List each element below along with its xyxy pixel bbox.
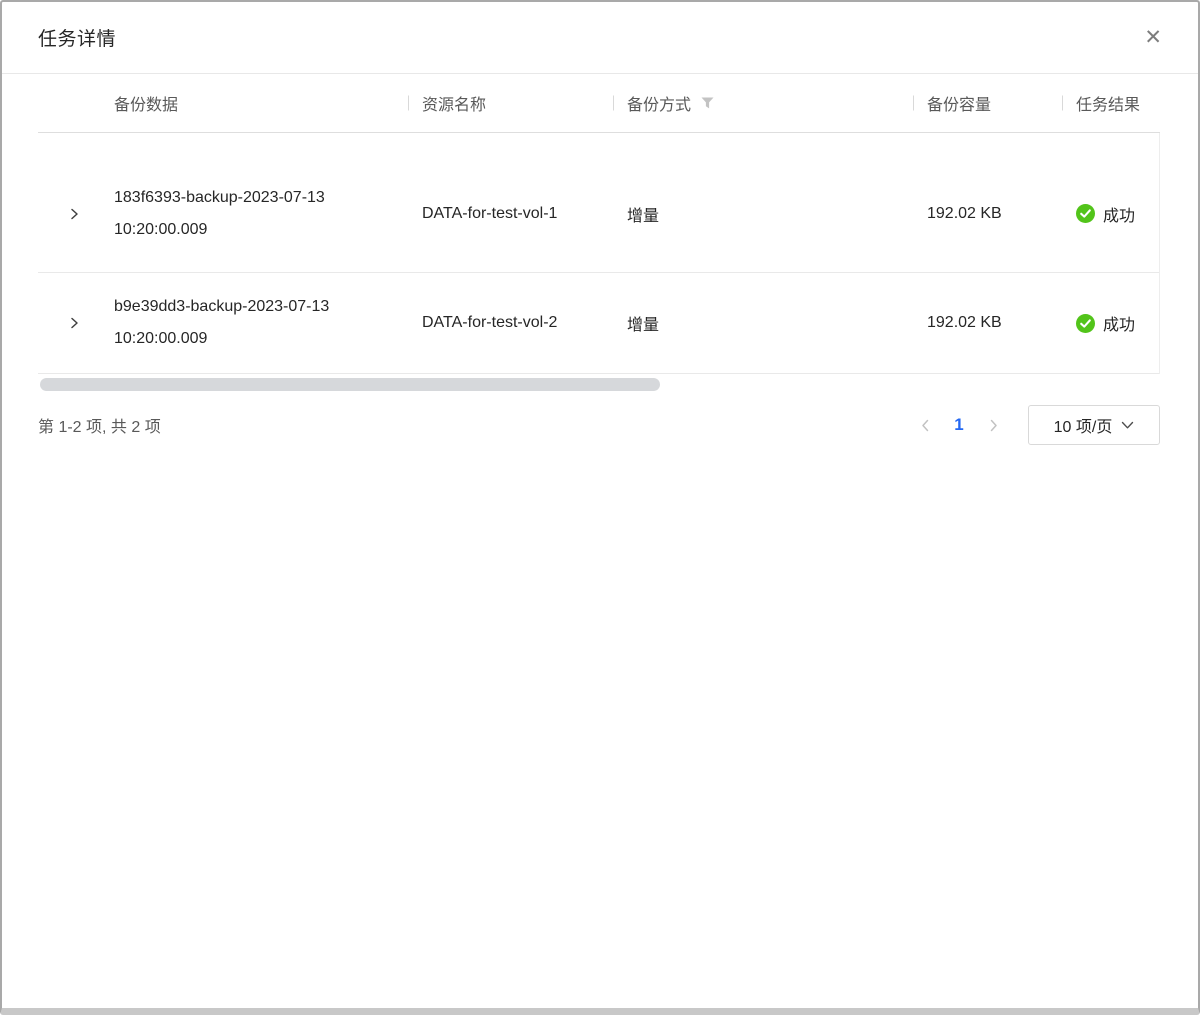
backup-method-cell: 增量 — [613, 311, 913, 335]
page-size-value: 10 项/页 — [1054, 413, 1113, 437]
success-check-icon — [1076, 204, 1095, 223]
table-row: 183f6393-backup-2023-07-13 10:20:00.009 … — [38, 133, 1159, 273]
table-row: b9e39dd3-backup-2023-07-13 10:20:00.009 … — [38, 273, 1159, 374]
filter-funnel-icon[interactable] — [701, 97, 714, 109]
backup-data-cell: b9e39dd3-backup-2023-07-13 10:20:00.009 — [100, 291, 408, 355]
current-page-button[interactable]: 1 — [942, 408, 976, 442]
task-result-cell: 成功 — [1062, 202, 1160, 226]
column-header-backup-size: 备份容量 — [913, 91, 1062, 115]
dialog-title: 任务详情 — [38, 24, 116, 51]
column-header-label: 备份方式 — [627, 91, 691, 115]
pagination-controls: 1 10 项/页 — [908, 405, 1160, 445]
backup-size-cell: 192.02 KB — [913, 205, 1062, 223]
close-icon[interactable]: ✕ — [1144, 27, 1162, 48]
success-check-icon — [1076, 314, 1095, 333]
page-size-select[interactable]: 10 项/页 — [1028, 405, 1160, 445]
task-result-label: 成功 — [1103, 311, 1135, 335]
column-header-backup-method: 备份方式 — [613, 91, 913, 115]
expand-row-icon[interactable] — [67, 207, 81, 221]
backup-data-value: 183f6393-backup-2023-07-13 10:20:00.009 — [114, 182, 388, 246]
dialog-title-bar: 任务详情 ✕ — [2, 2, 1198, 73]
expand-row-icon[interactable] — [67, 316, 81, 330]
column-header-task-result: 任务结果 — [1062, 91, 1160, 115]
task-details-dialog: 任务详情 ✕ 备份数据 资源名称 备份方式 备份容量 — [0, 0, 1200, 1015]
resource-name-cell: DATA-for-test-vol-2 — [408, 314, 613, 332]
chevron-down-icon — [1121, 421, 1134, 430]
pagination-summary: 第 1-2 项, 共 2 项 — [38, 413, 161, 437]
column-header-label: 备份数据 — [114, 91, 178, 115]
resource-name-cell: DATA-for-test-vol-1 — [408, 205, 613, 223]
backup-size-cell: 192.02 KB — [913, 314, 1062, 332]
backup-data-cell: 183f6393-backup-2023-07-13 10:20:00.009 — [100, 182, 408, 246]
table-body: 183f6393-backup-2023-07-13 10:20:00.009 … — [38, 133, 1160, 374]
column-header-backup-data: 备份数据 — [100, 91, 408, 115]
backup-method-cell: 增量 — [613, 202, 913, 226]
column-header-label: 资源名称 — [422, 91, 486, 115]
next-page-icon[interactable] — [976, 408, 1010, 442]
task-result-cell: 成功 — [1062, 311, 1160, 335]
prev-page-icon[interactable] — [908, 408, 942, 442]
horizontal-scrollbar[interactable] — [38, 378, 1160, 391]
column-header-resource-name: 资源名称 — [408, 91, 613, 115]
task-result-label: 成功 — [1103, 202, 1135, 226]
column-header-label: 备份容量 — [927, 91, 991, 115]
backup-tasks-table: 备份数据 资源名称 备份方式 备份容量 任务结果 — [38, 74, 1160, 374]
pagination-bar: 第 1-2 项, 共 2 项 1 10 项/页 — [38, 405, 1160, 445]
horizontal-scrollbar-thumb[interactable] — [40, 378, 660, 391]
backup-data-value: b9e39dd3-backup-2023-07-13 10:20:00.009 — [114, 291, 388, 355]
column-header-label: 任务结果 — [1076, 91, 1140, 115]
table-header-row: 备份数据 资源名称 备份方式 备份容量 任务结果 — [38, 74, 1160, 132]
